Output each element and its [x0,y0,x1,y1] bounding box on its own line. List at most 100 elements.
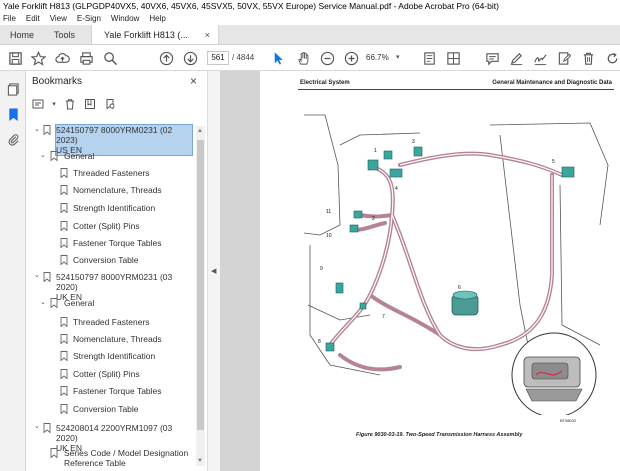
bookmark-flag-icon [60,351,68,361]
find-bookmark-icon[interactable] [102,96,118,112]
collapse-chevron-icon[interactable]: ⌄ [34,271,40,279]
bookmark-item[interactable]: Threaded Fasteners [73,168,150,178]
bookmark-item[interactable]: Strength Identification [73,203,155,213]
zoom-in-icon[interactable] [342,49,360,67]
menu-window[interactable]: Window [111,12,139,25]
scroll-down-icon[interactable]: ▼ [197,458,203,464]
tab-bar: Home Tools Yale Forklift H813 (... × [0,25,620,45]
connector [367,159,379,171]
star-icon[interactable] [29,49,47,67]
callout-label: 11 [326,209,331,215]
collapse-chevron-icon[interactable]: ⌄ [34,422,40,430]
page-number-input[interactable]: 561 [207,51,229,65]
bookmark-item[interactable]: Conversion Table [73,255,139,265]
attachment-icon[interactable] [5,131,21,147]
save-icon[interactable] [6,49,24,67]
bookmark-item[interactable]: Nomenclature, Threads [73,185,162,195]
callout-label: 4 [395,186,398,192]
bookmark-tree: ⌄ 524150797 8000YRM0231 (02 2023) US EN … [26,121,196,466]
panel-collapse-strip[interactable]: ◀ [207,71,220,471]
frame-outline [339,132,421,146]
bookmark-item[interactable]: Nomenclature, Threads [73,334,162,344]
page-total: / 4844 [232,53,255,62]
bookmark-item[interactable]: Threaded Fasteners [73,317,150,327]
solenoid-unit [451,290,479,316]
delete-icon[interactable] [579,49,597,67]
bookmark-flag-icon [60,369,68,379]
bookmark-flag-icon [50,298,58,308]
connector [359,302,367,310]
page-header-left: Electrical System [300,80,350,86]
tab-tools[interactable]: Tools [44,25,85,44]
page-thumbnails-icon[interactable] [5,81,21,97]
scrollbar-thumb[interactable] [197,140,204,430]
bookmarks-toolbar: ▾ [30,95,118,113]
upload-cloud-icon[interactable] [53,49,71,67]
highlight-pen-icon[interactable] [507,49,525,67]
comment-icon[interactable] [483,49,501,67]
menu-view[interactable]: View [50,12,67,25]
bookmark-item[interactable]: Conversion Table [73,404,139,414]
collapse-chevron-icon[interactable]: ⌄ [34,125,40,133]
callout-label: 7 [382,314,385,320]
document-viewport[interactable]: Electrical System General Maintenance an… [220,71,620,471]
zoom-out-icon[interactable] [318,49,336,67]
menu-esign[interactable]: E-Sign [77,12,101,25]
connector [353,210,363,219]
next-page-icon[interactable] [181,49,199,67]
sign-icon[interactable] [531,49,549,67]
frame-outline [303,114,341,236]
bookmark-flag-icon [43,423,51,433]
options-caret-icon[interactable]: ▾ [50,96,58,112]
connector [335,282,344,294]
bookmark-panel-icon[interactable] [5,106,21,122]
bookmark-flag-icon [60,317,68,327]
rotate-icon[interactable] [603,49,620,67]
bookmark-item[interactable]: General [64,298,94,308]
zoom-level[interactable]: 66.7% [366,51,400,65]
frame-outline [489,122,609,226]
bookmark-label-line2: Reference Table [64,458,126,466]
connector [561,166,575,178]
close-tab-icon[interactable]: × [205,25,210,45]
harness-wire [398,151,564,177]
print-icon[interactable] [77,49,95,67]
hand-tool-icon[interactable] [294,49,312,67]
scroll-up-icon[interactable]: ▲ [197,128,203,134]
collapse-chevron-icon[interactable]: ⌄ [40,151,46,159]
bookmark-label: 524208014 2200YRM1097 (03 2020) [56,423,173,443]
zoom-dropdown-icon[interactable]: ▾ [396,51,400,65]
bookmark-item[interactable]: Series Code / Model Designation Referenc… [64,448,188,466]
collapse-panel-icon[interactable]: ◀ [211,267,216,275]
figure-caption: Figure 9030-03-19. Two-Speed Transmissio… [356,432,523,438]
delete-bookmark-icon[interactable] [62,96,78,112]
edit-pdf-icon[interactable] [555,49,573,67]
connector [325,342,335,352]
navigation-rail [0,71,26,471]
bookmark-label: Series Code / Model Designation [64,448,189,458]
tab-document[interactable]: Yale Forklift H813 (... × [91,25,220,45]
select-cursor-icon[interactable] [269,49,287,67]
options-menu-icon[interactable] [30,96,46,112]
bookmark-item[interactable]: Fastener Torque Tables [73,238,162,248]
fit-page-icon[interactable] [420,49,438,67]
menu-file[interactable]: File [3,12,16,25]
previous-page-icon[interactable] [157,49,175,67]
scroll-mode-icon[interactable] [444,49,462,67]
bookmark-item[interactable]: Strength Identification [73,351,155,361]
collapse-chevron-icon[interactable]: ⌄ [40,298,46,306]
tab-home[interactable]: Home [0,25,44,44]
bookmark-label: 524150797 8000YRM0231 (03 2020) [56,272,173,292]
bookmark-item[interactable]: Cotter (Split) Pins [73,369,140,379]
search-icon[interactable] [101,49,119,67]
menu-help[interactable]: Help [149,12,165,25]
bookmarks-scrollbar[interactable]: ▲ ▼ [196,126,205,466]
close-panel-icon[interactable]: × [190,74,197,88]
bookmark-item[interactable]: Cotter (Split) Pins [73,221,140,231]
menu-edit[interactable]: Edit [26,12,40,25]
bookmark-item[interactable]: General [64,151,94,161]
new-bookmark-icon[interactable] [82,96,98,112]
bookmark-flag-icon [60,203,68,213]
harness-wire [353,221,387,232]
bookmark-item[interactable]: Fastener Torque Tables [73,386,162,396]
